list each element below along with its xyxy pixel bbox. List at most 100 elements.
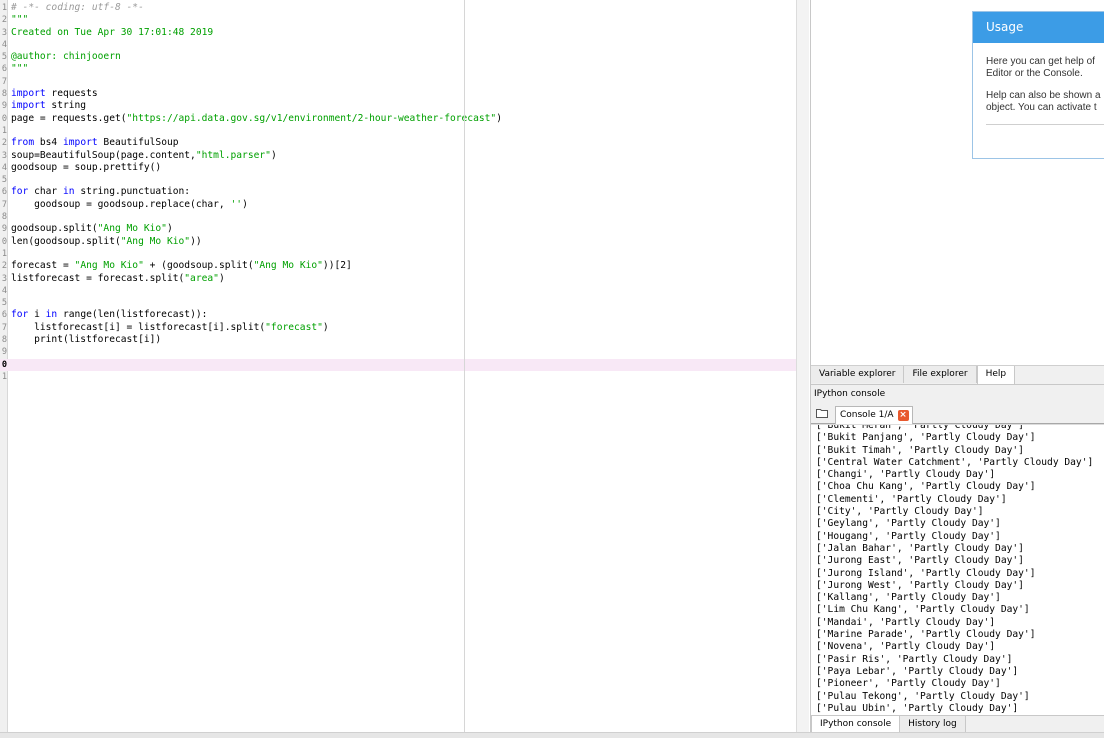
code-line[interactable]: 8 import requests <box>0 88 796 100</box>
line-number: 5 <box>1 298 7 309</box>
code-text: listforecast[i] = listforecast[i].split(… <box>11 322 329 334</box>
code-line[interactable]: 9 goodsoup.split("Ang Mo Kio") <box>0 223 796 235</box>
code-token: import <box>11 88 46 100</box>
console-output-line: ['Mandai', 'Partly Cloudy Day'] <box>816 616 996 628</box>
line-number: 3 <box>1 27 7 38</box>
usage-paragraph-1: Here you can get help of Editor or the C… <box>973 56 1104 80</box>
tab-console-1a[interactable]: Console 1/A × <box>835 406 913 424</box>
code-line[interactable]: 6 for i in range(len(listforecast)): <box>0 309 796 321</box>
console-toolbar: Console 1/A × <box>811 403 1104 424</box>
code-token: "Ang Mo Kio" <box>74 260 144 272</box>
line-number: 9 <box>1 101 7 112</box>
line-number: 9 <box>1 224 7 235</box>
tab-file-explorer[interactable]: File explorer <box>904 366 977 383</box>
code-line[interactable]: 6 """ <box>0 63 796 75</box>
code-line[interactable]: 1 <box>0 248 796 260</box>
line-number: 8 <box>1 89 7 100</box>
code-line[interactable]: 7 goodsoup = goodsoup.replace(char, '') <box>0 199 796 211</box>
code-text: @author: chinjooern <box>11 51 121 63</box>
code-line[interactable]: 5 <box>0 174 796 186</box>
code-token: soup=BeautifulSoup(page.content, <box>11 149 196 161</box>
code-line[interactable]: 2 forecast = "Ang Mo Kio" + (goodsoup.spl… <box>0 260 796 272</box>
code-line[interactable]: 3 listforecast = forecast.split("area") <box>0 273 796 285</box>
code-token: )) <box>190 235 202 247</box>
line-number: 3 <box>1 273 7 284</box>
code-line[interactable]: 4 <box>0 285 796 297</box>
line-number: 7 <box>1 322 7 333</box>
code-token: ) <box>218 272 225 284</box>
code-line[interactable]: 1 # -*- coding: utf-8 -*- <box>0 2 796 14</box>
code-token: goodsoup = goodsoup.replace(char, <box>11 198 231 210</box>
console-output[interactable]: ['Bukit Merah', 'Partly Cloudy Day'] ['Bu… <box>811 424 1104 715</box>
code-line[interactable]: 0 len(goodsoup.split("Ang Mo Kio")) <box>0 236 796 248</box>
code-line[interactable]: 1 <box>0 371 796 383</box>
line-number: 6 <box>1 187 7 198</box>
tab-help[interactable]: Help <box>976 366 1016 384</box>
line-number: 0 <box>1 359 7 370</box>
line-number: 6 <box>1 310 7 321</box>
code-line[interactable]: 2 from bs4 import BeautifulSoup <box>0 137 796 149</box>
code-token: string.punctuation: <box>74 186 191 198</box>
folder-icon[interactable] <box>816 408 828 418</box>
code-line[interactable]: 0 <box>0 358 796 371</box>
usage-paragraph-2: Help can also be shown a object. You can… <box>973 90 1104 114</box>
line-number: 5 <box>1 52 7 63</box>
console-output-line: ['Bukit Merah', 'Partly Cloudy Day'] <box>816 424 1024 431</box>
code-token: ) <box>496 112 502 124</box>
code-line[interactable]: 4 <box>0 39 796 51</box>
code-text: import requests <box>11 88 98 100</box>
code-token: in <box>45 309 58 321</box>
console-output-line: ['Choa Chu Kang', 'Partly Cloudy Day'] <box>816 481 1036 493</box>
code-line[interactable]: 0 page = requests.get("https://api.data.g… <box>0 113 796 125</box>
code-line[interactable]: 1 <box>0 125 796 137</box>
code-token: print(listforecast[i]) <box>11 334 162 346</box>
code-token: ) <box>270 149 277 161</box>
code-token: import <box>11 100 46 112</box>
code-line[interactable]: 3 soup=BeautifulSoup(page.content,"html.p… <box>0 150 796 162</box>
code-token: page = requests.get( <box>11 112 127 124</box>
code-text: print(listforecast[i]) <box>11 334 161 346</box>
code-line[interactable]: 8 print(listforecast[i]) <box>0 334 796 346</box>
code-line[interactable]: 9 import string <box>0 100 796 112</box>
code-editor[interactable]: 1 # -*- coding: utf-8 -*- 2 """ 3 Created on … <box>0 0 796 737</box>
code-line[interactable]: 3 Created on Tue Apr 30 17:01:48 2019 <box>0 27 796 39</box>
code-text: forecast = "Ang Mo Kio" + (goodsoup.spli… <box>11 260 352 272</box>
tab-ipython-console[interactable]: IPython console <box>811 716 901 732</box>
line-number: 8 <box>1 335 7 346</box>
tab-history-log[interactable]: History log <box>900 716 966 732</box>
code-token: # -*- coding: utf-8 -*- <box>11 2 144 13</box>
line-number: 0 <box>1 236 7 247</box>
edge-line <box>464 0 465 737</box>
code-token: "Ang Mo Kio" <box>120 235 191 247</box>
code-lines[interactable]: 1 # -*- coding: utf-8 -*- 2 """ 3 Created on … <box>0 2 796 383</box>
code-line[interactable]: 9 <box>0 346 796 358</box>
line-number: 7 <box>1 76 7 87</box>
code-token: Created on Tue Apr 30 17:01:48 2019 <box>11 26 214 38</box>
tab-variable-explorer[interactable]: Variable explorer <box>811 366 905 383</box>
code-token: len(goodsoup.split( <box>11 235 121 247</box>
console-lines: ['Bukit Merah', 'Partly Cloudy Day'] ['Bu… <box>816 424 1093 715</box>
console-pane-tabs: IPython console History log <box>811 715 1104 733</box>
console-output-line: ['Kallang', 'Partly Cloudy Day'] <box>816 592 1001 604</box>
code-line[interactable]: 6 for char in string.punctuation: <box>0 186 796 198</box>
code-token: in <box>62 186 75 198</box>
editor-scrollbar[interactable] <box>796 0 809 737</box>
code-line[interactable]: 5 @author: chinjooern <box>0 51 796 63</box>
code-text: Created on Tue Apr 30 17:01:48 2019 <box>11 27 213 39</box>
code-token: goodsoup = soup.prettify() <box>11 161 162 173</box>
code-token: "html.parser" <box>195 149 271 161</box>
code-token: string <box>45 100 87 112</box>
line-number: 1 <box>1 371 7 382</box>
code-line[interactable]: 7 listforecast[i] = listforecast[i].spli… <box>0 322 796 334</box>
code-line[interactable]: 8 <box>0 211 796 223</box>
close-icon[interactable]: × <box>897 410 909 421</box>
code-line[interactable]: 2 """ <box>0 14 796 26</box>
line-number: 4 <box>1 39 7 50</box>
code-token: requests <box>45 88 98 100</box>
code-line[interactable]: 7 <box>0 76 796 88</box>
code-token: "https://api.data.gov.sg/v1/environment/… <box>126 112 497 124</box>
code-line[interactable]: 5 <box>0 297 796 309</box>
console-pane-title: IPython console <box>814 389 886 399</box>
code-line[interactable]: 4 goodsoup = soup.prettify() <box>0 162 796 174</box>
code-token: ) <box>242 198 248 210</box>
